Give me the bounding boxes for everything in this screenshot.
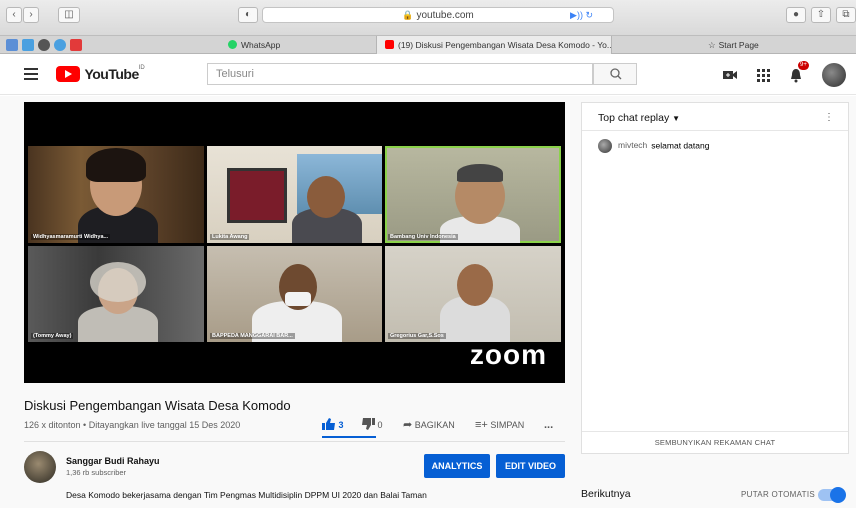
- watch-page: Widhyasmaramurti Widhya... Lukita Awang …: [0, 96, 856, 508]
- divider: [24, 441, 565, 442]
- hide-chat-replay-button[interactable]: SEMBUNYIKAN REKAMAN CHAT: [582, 431, 848, 453]
- lock-icon: 🔒: [402, 10, 414, 20]
- participant-name: Gregorius Gar,S.Sos: [388, 333, 446, 339]
- back-button[interactable]: ‹: [6, 7, 22, 23]
- chat-replay-panel: Top chat replay ▼ ⋮ mivtech selamat datan…: [581, 102, 849, 454]
- like-ratio-bar: [322, 436, 376, 438]
- privacy-shield-icon[interactable]: ◐: [238, 7, 258, 23]
- participant-tile: (Tommy Away): [28, 246, 204, 342]
- save-button[interactable]: ≡+ SIMPAN: [475, 416, 524, 434]
- participant-tile: Gregorius Gar,S.Sos: [385, 246, 561, 342]
- youtube-icon: [385, 40, 394, 49]
- edit-video-button[interactable]: EDIT VIDEO: [496, 454, 565, 478]
- search-icon: [610, 68, 622, 80]
- whatsapp-icon: [228, 40, 237, 49]
- bookmark-icon[interactable]: [22, 39, 34, 51]
- video-meta: 126 x ditonton • Ditayangkan live tangga…: [24, 420, 241, 430]
- participant-tile: Lukita Awang: [207, 146, 382, 243]
- search-input[interactable]: Telusuri: [207, 63, 593, 85]
- forward-button[interactable]: ›: [23, 7, 39, 23]
- channel-name[interactable]: Sanggar Budi Rahayu: [66, 456, 160, 466]
- video-player[interactable]: Widhyasmaramurti Widhya... Lukita Awang …: [24, 102, 565, 383]
- account-avatar[interactable]: [822, 63, 846, 87]
- more-actions-button[interactable]: ...: [544, 416, 553, 434]
- autoplay-toggle[interactable]: [818, 487, 846, 503]
- up-next-heading: Berikutnya: [581, 488, 631, 500]
- tab-youtube[interactable]: (19) Diskusi Pengembangan Wisata Desa Ko…: [376, 36, 612, 54]
- participant-name: Bambang Univ Indonesia: [388, 234, 458, 240]
- playlist-add-icon: ≡+: [475, 419, 488, 431]
- participant-name: (Tommy Away): [31, 333, 74, 339]
- bookmark-icon[interactable]: [6, 39, 18, 51]
- download-button[interactable]: ●: [786, 7, 806, 23]
- address-bar[interactable]: 🔒 youtube.com ▶)) ↻: [262, 7, 614, 23]
- channel-avatar[interactable]: [24, 451, 56, 483]
- menu-icon[interactable]: [24, 68, 38, 80]
- bookmark-icon[interactable]: [54, 39, 66, 51]
- chat-author: mivtech: [618, 140, 648, 151]
- zoom-logo: zoom: [469, 339, 547, 370]
- chat-mode-dropdown[interactable]: Top chat replay ▼: [598, 112, 680, 124]
- bookmark-icon[interactable]: [70, 39, 82, 51]
- like-button[interactable]: 3: [322, 416, 344, 434]
- share-button[interactable]: ➦ BAGIKAN: [403, 416, 455, 434]
- youtube-play-icon: [56, 65, 80, 82]
- share-arrow-icon: ➦: [403, 419, 413, 431]
- subscriber-count: 1,36 rb subscriber: [66, 468, 127, 477]
- participant-tile: BAPPEDA MANGGARAI BAR...: [207, 246, 382, 342]
- participant-name: Lukita Awang: [210, 234, 250, 240]
- apps-grid-icon[interactable]: [755, 67, 771, 83]
- browser-toolbar: ‹ › ◫ ◐ 🔒 youtube.com ▶)) ↻ ● ⇧ ⧉: [0, 0, 856, 36]
- thumbs-up-icon: [322, 418, 335, 430]
- notification-count-badge: 9+: [798, 61, 809, 70]
- participant-tile: Widhyasmaramurti Widhya...: [28, 146, 204, 243]
- sidebar-toggle-button[interactable]: ◫: [58, 7, 80, 23]
- create-video-icon[interactable]: [722, 67, 738, 83]
- new-tab-button[interactable]: ⧉: [836, 7, 856, 23]
- star-icon: ☆: [708, 40, 716, 50]
- participant-tile-active-speaker: Bambang Univ Indonesia: [385, 146, 561, 243]
- share-button[interactable]: ⇧: [811, 7, 831, 23]
- youtube-header: YouTubeID Telusuri 9+: [0, 55, 856, 95]
- youtube-logo[interactable]: YouTubeID: [56, 65, 145, 83]
- video-title: Diskusi Pengembangan Wisata Desa Komodo: [24, 398, 291, 413]
- participant-name: BAPPEDA MANGGARAI BAR...: [210, 333, 295, 339]
- participant-name: Widhyasmaramurti Widhya...: [31, 234, 111, 240]
- dislike-button[interactable]: 0: [361, 416, 383, 434]
- bookmark-icon[interactable]: [38, 39, 50, 51]
- chat-header: Top chat replay ▼ ⋮: [582, 103, 848, 131]
- chat-message: mivtech selamat datang: [598, 139, 709, 153]
- video-description: Desa Komodo bekerjasama dengan Tim Pengm…: [66, 490, 427, 500]
- dropdown-caret-icon: ▼: [672, 114, 681, 123]
- audio-playing-icon[interactable]: ▶)) ↻: [570, 8, 593, 22]
- analytics-button[interactable]: ANALYTICS: [424, 454, 490, 478]
- thumbs-down-icon: [362, 418, 375, 430]
- tab-whatsapp[interactable]: WhatsApp: [220, 36, 370, 54]
- chat-text: selamat datang: [651, 140, 710, 151]
- chat-author-avatar: [598, 139, 612, 153]
- tab-bar: WhatsApp (19) Diskusi Pengembangan Wisat…: [0, 36, 856, 54]
- autoplay-label: PUTAR OTOMATIS: [741, 490, 815, 499]
- search-button[interactable]: [593, 63, 637, 85]
- address-text: youtube.com: [416, 10, 474, 21]
- tab-start-page[interactable]: ☆ Start Page: [700, 36, 850, 54]
- more-options-icon[interactable]: ⋮: [824, 112, 834, 123]
- browser-window: ‹ › ◫ ◐ 🔒 youtube.com ▶)) ↻ ● ⇧ ⧉ WhatsAp…: [0, 0, 856, 508]
